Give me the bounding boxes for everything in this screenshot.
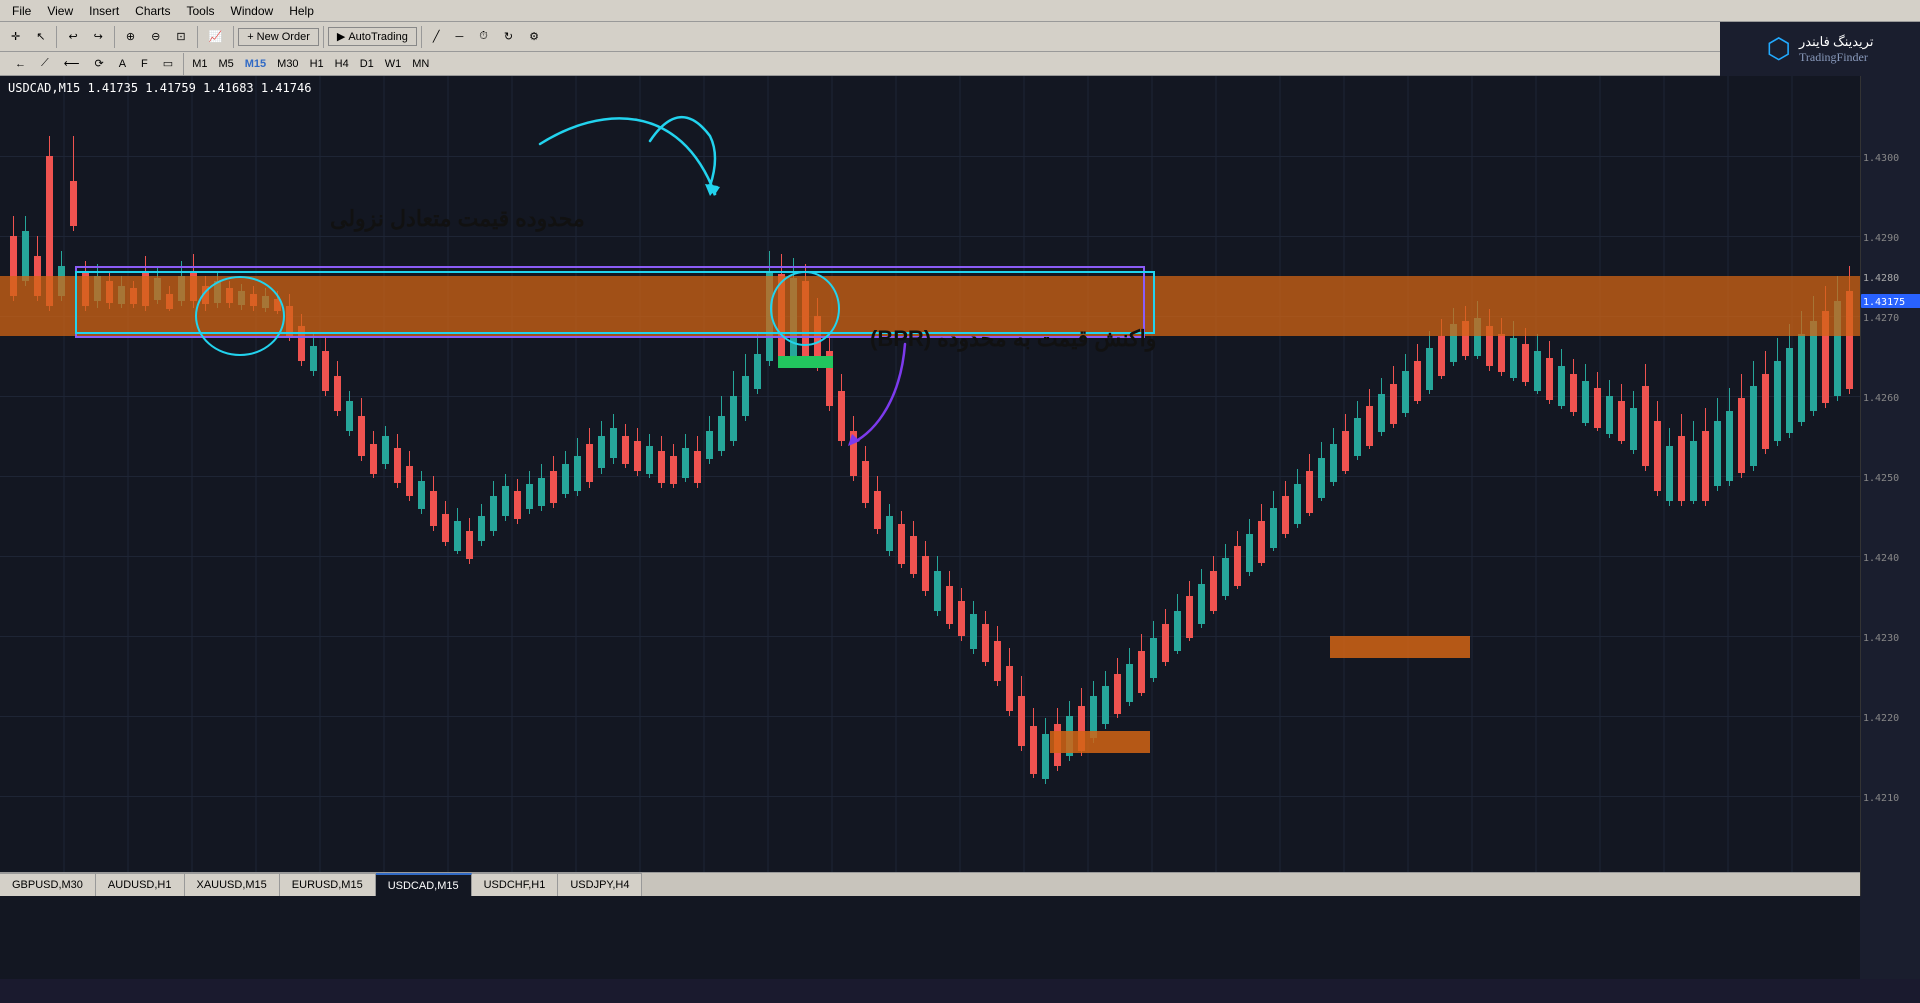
- new-order-button[interactable]: + New Order: [238, 28, 319, 46]
- svg-text:1.4290: 1.4290: [1863, 233, 1899, 244]
- svg-text:1.4250: 1.4250: [1863, 473, 1899, 484]
- draw-box[interactable]: ▭: [156, 53, 180, 75]
- menu-help[interactable]: Help: [281, 2, 322, 20]
- undo-btn[interactable]: ↩: [61, 26, 84, 48]
- svg-text:1.4300: 1.4300: [1863, 153, 1899, 164]
- chart-container: USDCAD,M15 1.41735 1.41759 1.41683 1.417…: [0, 76, 1920, 979]
- tf-m5[interactable]: M5: [213, 57, 238, 71]
- svg-text:1.4260: 1.4260: [1863, 393, 1899, 404]
- auto-trading-label: AutoTrading: [348, 31, 408, 43]
- tf-d1[interactable]: D1: [355, 57, 379, 71]
- tf-m15[interactable]: M15: [240, 57, 271, 71]
- draw-fib[interactable]: F: [134, 53, 155, 75]
- symbol-info: USDCAD,M15 1.41735 1.41759 1.41683 1.417…: [8, 81, 311, 95]
- auto-trading-button[interactable]: ▶ AutoTrading: [328, 27, 417, 46]
- menu-window[interactable]: Window: [223, 2, 282, 20]
- price-axis: 1.4300 1.4290 1.4280 1.4270 1.4260 1.425…: [1860, 76, 1920, 896]
- svg-text:1.4230: 1.4230: [1863, 633, 1899, 644]
- settings-btn[interactable]: ⚙: [522, 26, 546, 48]
- draw-text[interactable]: A: [112, 53, 133, 75]
- sep3: [197, 26, 198, 48]
- sep5: [323, 26, 324, 48]
- logo-text-en: TradingFinder: [1799, 50, 1873, 65]
- crosshair-btn[interactable]: ✛: [4, 26, 27, 48]
- sep4: [233, 26, 234, 48]
- price-labels-svg: 1.4300 1.4290 1.4280 1.4270 1.4260 1.425…: [1861, 76, 1920, 896]
- tf-h1[interactable]: H1: [305, 57, 329, 71]
- orange-zone-lower2: [1330, 636, 1470, 658]
- redo-btn[interactable]: ↪: [87, 26, 110, 48]
- arrow-btn[interactable]: ↖: [29, 26, 52, 48]
- hline-tool[interactable]: ─: [448, 26, 470, 48]
- menu-bar: File View Insert Charts Tools Window Hel…: [0, 0, 1920, 22]
- indicator-btn[interactable]: 📈: [202, 26, 230, 48]
- tf-mn[interactable]: MN: [407, 57, 434, 71]
- svg-text:1.4240: 1.4240: [1863, 553, 1899, 564]
- new-order-icon: +: [247, 31, 253, 43]
- tf-h4[interactable]: H4: [330, 57, 354, 71]
- svg-text:1.4210: 1.4210: [1863, 793, 1899, 804]
- tf-m30[interactable]: M30: [272, 57, 303, 71]
- orange-zone-lower1: [1050, 731, 1150, 753]
- draw-arrow-left[interactable]: ←: [8, 53, 33, 75]
- refresh-btn[interactable]: ↻: [497, 26, 520, 48]
- green-bar-marker: [778, 356, 833, 368]
- svg-text:1.4220: 1.4220: [1863, 713, 1899, 724]
- zoom-out-btn[interactable]: ⊖: [144, 26, 167, 48]
- logo-area: ⬡ تریدینگ فایندر TradingFinder: [1720, 22, 1920, 76]
- menu-tools[interactable]: Tools: [179, 2, 223, 20]
- period-btn[interactable]: ⏱: [472, 26, 495, 48]
- zoom-chart-btn[interactable]: ⊡: [169, 26, 192, 48]
- tf-m1[interactable]: M1: [187, 57, 212, 71]
- menu-charts[interactable]: Charts: [127, 2, 178, 20]
- symbol-info-text: USDCAD,M15 1.41735 1.41759 1.41683 1.417…: [8, 81, 311, 95]
- draw-vline[interactable]: ⟳: [87, 53, 110, 75]
- menu-insert[interactable]: Insert: [81, 2, 127, 20]
- annotation-bpr-reaction: واکنش قیمت به محدوده (BPR): [870, 326, 1156, 352]
- circle-annotation-1: [195, 276, 285, 356]
- draw-line[interactable]: ⟋: [34, 53, 56, 75]
- sep2: [114, 26, 115, 48]
- draw-hline[interactable]: ⟵: [57, 53, 87, 75]
- annotation-descending-zone: محدوده قیمت متعادل نزولی: [330, 206, 585, 232]
- bpr-zone-right: [1155, 276, 1860, 336]
- timeframe-bar: ← ⟋ ⟵ ⟳ A F ▭ M1 M5 M15 M30 H1 H4 D1 W1 …: [0, 52, 1920, 76]
- menu-file[interactable]: File: [4, 2, 39, 20]
- svg-text:1.43175: 1.43175: [1863, 297, 1905, 308]
- auto-trading-icon: ▶: [337, 30, 345, 43]
- line-tool[interactable]: ╱: [426, 26, 447, 48]
- sep-tf1: [183, 53, 184, 75]
- sep6: [421, 26, 422, 48]
- logo-text-fa: تریدینگ فایندر: [1799, 34, 1873, 50]
- chart-canvas[interactable]: محدوده قیمت متعادل نزولی واکنش قیمت به م…: [0, 76, 1860, 896]
- circle-annotation-2: [770, 271, 840, 346]
- menu-view[interactable]: View: [39, 2, 81, 20]
- toolbar: ✛ ↖ ↩ ↪ ⊕ ⊖ ⊡ 📈 + New Order ▶ AutoTradin…: [0, 22, 1920, 52]
- candlestick-chart: [0, 76, 1860, 896]
- tf-w1[interactable]: W1: [380, 57, 407, 71]
- zoom-in-btn[interactable]: ⊕: [119, 26, 142, 48]
- new-order-label: New Order: [257, 31, 310, 43]
- svg-text:1.4280: 1.4280: [1863, 273, 1899, 284]
- svg-text:1.4270: 1.4270: [1863, 313, 1899, 324]
- sep1: [56, 26, 57, 48]
